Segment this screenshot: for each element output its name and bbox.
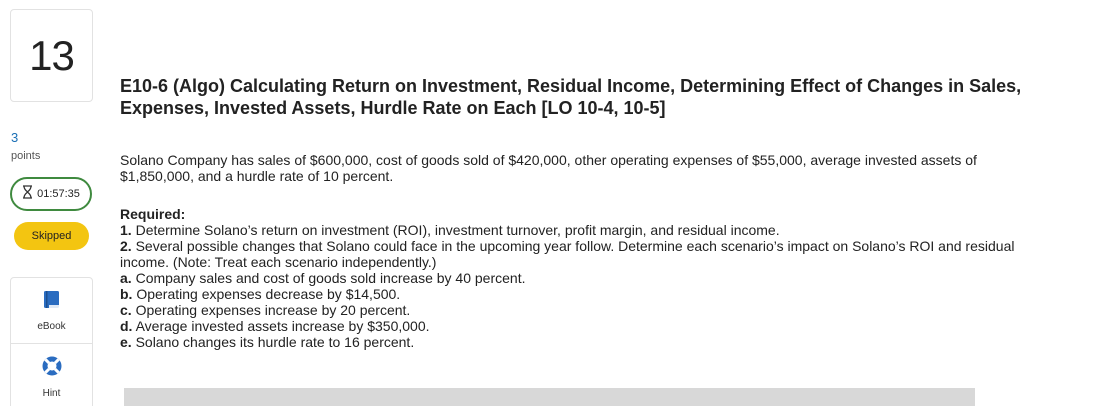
ebook-label: eBook: [37, 320, 66, 332]
book-icon: [43, 290, 61, 315]
problem-intro: Solano Company has sales of $600,000, co…: [120, 152, 977, 184]
question-number-box: 13: [10, 9, 93, 102]
required-section: Required: 1. Determine Solano’s return o…: [120, 206, 1050, 350]
required-heading: Required:: [120, 206, 186, 222]
hint-button[interactable]: Hint: [11, 344, 92, 406]
question-number: 13: [29, 31, 75, 79]
timer[interactable]: 01:57:35: [10, 177, 92, 211]
scenario-d: d. Average invested assets increase by $…: [120, 318, 430, 334]
timer-text: 01:57:35: [37, 188, 80, 200]
instruction-banner: [124, 388, 975, 406]
problem-title: E10-6 (Algo) Calculating Return on Inves…: [120, 76, 1022, 118]
scenario-a: a. Company sales and cost of goods sold …: [120, 270, 526, 286]
requirement-1: 1. Determine Solano’s return on investme…: [120, 222, 780, 238]
scenario-c: c. Operating expenses increase by 20 per…: [120, 302, 411, 318]
hourglass-icon: [22, 184, 33, 204]
hint-label: Hint: [42, 388, 61, 399]
points-value: 3: [11, 130, 19, 145]
requirement-2: 2. Several possible changes that Solano …: [120, 238, 1015, 270]
lifebuoy-icon: [41, 355, 63, 382]
scenario-b: b. Operating expenses decrease by $14,50…: [120, 286, 401, 302]
points-label: points: [11, 150, 41, 162]
tools-panel: eBook Hint: [10, 277, 93, 406]
scenario-e: e. Solano changes its hurdle rate to 16 …: [120, 334, 415, 350]
ebook-button[interactable]: eBook: [11, 278, 92, 344]
status-badge: Skipped: [14, 222, 89, 250]
